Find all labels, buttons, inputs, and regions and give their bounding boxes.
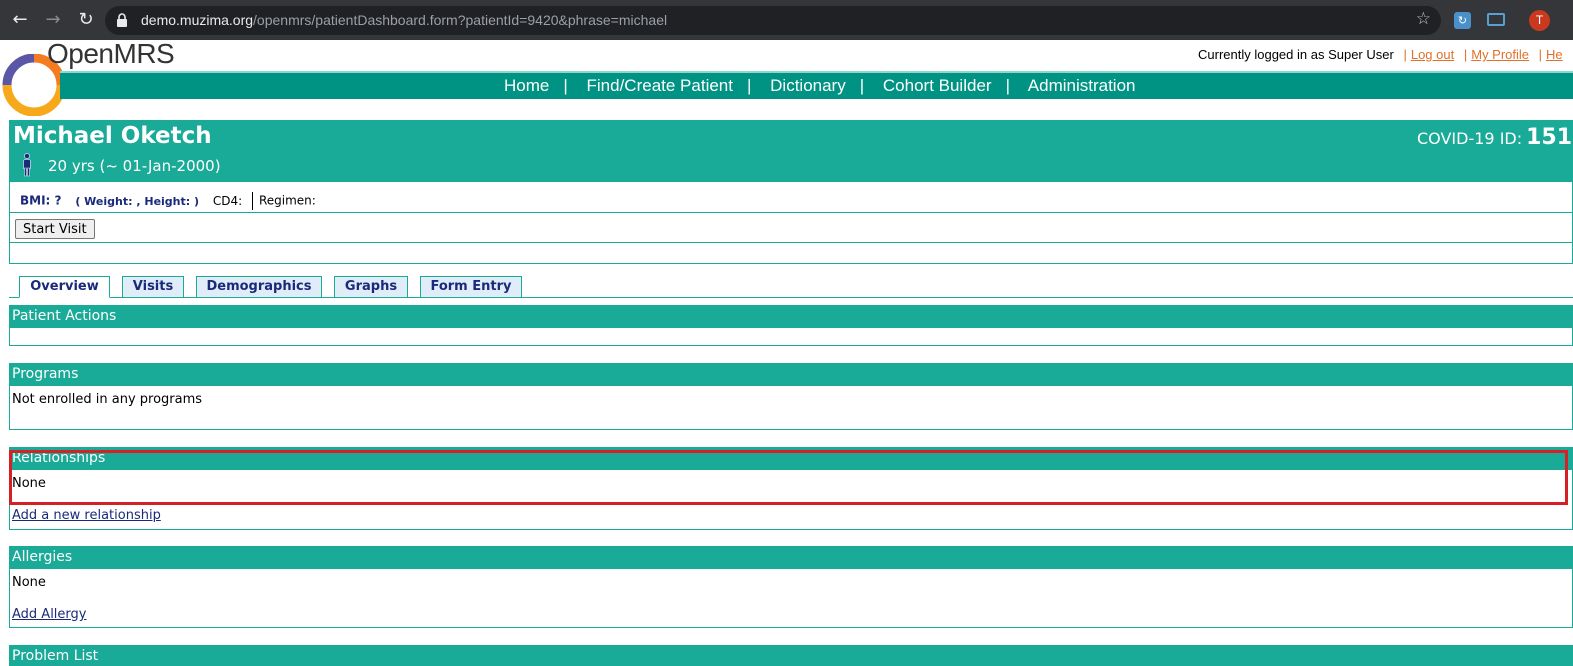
back-arrow-icon[interactable]: ←: [9, 9, 31, 31]
dashboard-tabs: Overview Visits Demographics Graphs Form…: [9, 276, 1573, 298]
patient-header: Michael Oketch 20 yrs (~ 01-Jan-2000) CO…: [9, 120, 1573, 182]
profile-avatar[interactable]: T: [1529, 10, 1550, 31]
reload-icon[interactable]: ↻: [75, 9, 97, 31]
tab-overview[interactable]: Overview: [19, 276, 110, 298]
regimen-label: Regimen:: [258, 193, 316, 208]
nav-cohort-builder[interactable]: Cohort Builder: [883, 76, 992, 95]
logout-link[interactable]: Log out: [1411, 47, 1454, 62]
logged-in-text: Currently logged in as Super User: [1198, 47, 1394, 62]
patient-actions-header: Patient Actions: [9, 305, 1573, 328]
brand-name: OpenMRS: [47, 38, 175, 69]
cd4-label: CD4:: [212, 193, 243, 208]
programs-header: Programs: [9, 363, 1573, 386]
patient-age: 20 yrs (~ 01-Jan-2000): [48, 157, 221, 175]
address-bar[interactable]: demo.muzima.org/openmrs/patientDashboard…: [105, 6, 1441, 35]
tab-visits[interactable]: Visits: [122, 276, 184, 298]
tab-demographics[interactable]: Demographics: [196, 276, 322, 298]
weight-height: ( Weight: , Height: ): [75, 194, 200, 208]
programs-text: Not enrolled in any programs: [12, 392, 203, 407]
patient-actions-body: [9, 328, 1573, 346]
nav-home[interactable]: Home: [504, 76, 549, 95]
male-person-icon: [23, 153, 31, 177]
patient-identifier: COVID-19 ID: 151: [1417, 125, 1573, 150]
add-allergy-link[interactable]: Add Allergy: [12, 607, 86, 622]
user-bar: Currently logged in as Super User | Log o…: [1198, 47, 1563, 62]
bmi-value: BMI: ?: [20, 193, 62, 208]
nav-find-create-patient[interactable]: Find/Create Patient: [587, 76, 733, 95]
allergies-header: Allergies: [9, 546, 1573, 569]
forward-arrow-icon[interactable]: →: [42, 9, 64, 31]
add-relationship-link[interactable]: Add a new relationship: [12, 508, 161, 523]
url-text: demo.muzima.org/openmrs/patientDashboard…: [141, 12, 668, 28]
start-visit-button[interactable]: Start Visit: [15, 219, 95, 239]
nav-dictionary[interactable]: Dictionary: [770, 76, 846, 95]
cast-screen-icon[interactable]: [1487, 13, 1505, 26]
tab-graphs[interactable]: Graphs: [334, 276, 408, 298]
nav-administration[interactable]: Administration: [1028, 76, 1136, 95]
patient-vitals: BMI: ? ( Weight: , Height: ) CD4: Regime…: [20, 192, 316, 210]
problem-list-header: Problem List: [9, 645, 1573, 666]
tab-form-entry[interactable]: Form Entry: [420, 276, 522, 298]
browser-toolbar: ← → ↻ demo.muzima.org/openmrs/patientDas…: [0, 0, 1573, 40]
extension-sync-icon[interactable]: ↻: [1454, 12, 1471, 29]
help-link[interactable]: He: [1546, 47, 1563, 62]
lock-icon: [117, 13, 127, 27]
patient-info-box: BMI: ? ( Weight: , Height: ) CD4: Regime…: [9, 182, 1573, 264]
bookmark-star-icon[interactable]: ☆: [1416, 9, 1431, 29]
patient-name: Michael Oketch: [13, 123, 212, 149]
programs-body: [9, 386, 1573, 430]
allergies-body: [9, 569, 1573, 628]
my-profile-link[interactable]: My Profile: [1471, 47, 1529, 62]
highlight-box: [9, 450, 1568, 505]
allergies-text: None: [12, 575, 46, 590]
main-navigation: Home | Find/Create Patient | Dictionary | C…: [60, 71, 1573, 99]
